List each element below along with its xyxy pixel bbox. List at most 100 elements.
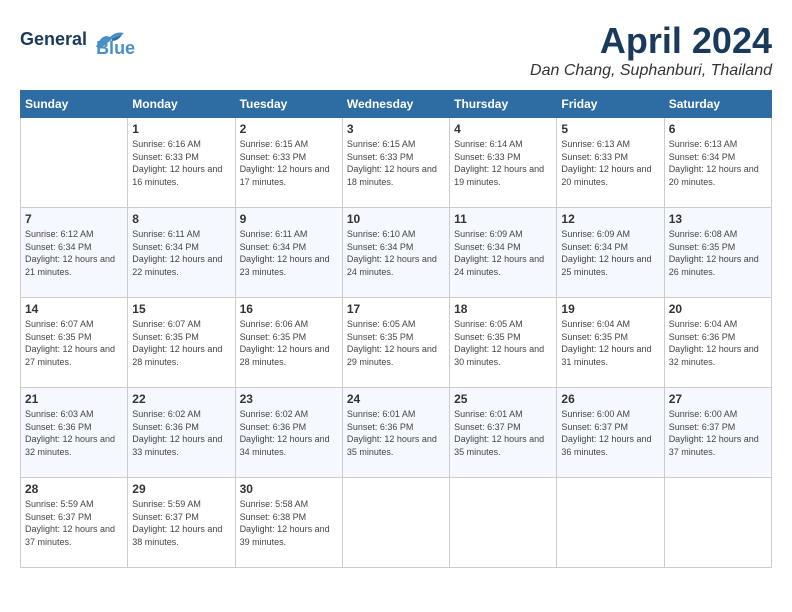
day-cell xyxy=(21,118,128,208)
day-cell: 13 Sunrise: 6:08 AM Sunset: 6:35 PM Dayl… xyxy=(664,208,771,298)
day-number: 24 xyxy=(347,392,445,406)
day-info: Sunrise: 6:02 AM Sunset: 6:36 PM Dayligh… xyxy=(240,408,338,458)
day-info: Sunrise: 6:03 AM Sunset: 6:36 PM Dayligh… xyxy=(25,408,123,458)
day-number: 30 xyxy=(240,482,338,496)
week-row-2: 7 Sunrise: 6:12 AM Sunset: 6:34 PM Dayli… xyxy=(21,208,772,298)
day-number: 20 xyxy=(669,302,767,316)
day-number: 15 xyxy=(132,302,230,316)
day-number: 1 xyxy=(132,122,230,136)
day-cell: 15 Sunrise: 6:07 AM Sunset: 6:35 PM Dayl… xyxy=(128,298,235,388)
day-cell: 30 Sunrise: 5:58 AM Sunset: 6:38 PM Dayl… xyxy=(235,478,342,568)
day-number: 29 xyxy=(132,482,230,496)
day-number: 28 xyxy=(25,482,123,496)
calendar-body: 1 Sunrise: 6:16 AM Sunset: 6:33 PM Dayli… xyxy=(21,118,772,568)
weekday-header-wednesday: Wednesday xyxy=(342,91,449,118)
day-number: 2 xyxy=(240,122,338,136)
day-cell: 5 Sunrise: 6:13 AM Sunset: 6:33 PM Dayli… xyxy=(557,118,664,208)
day-cell: 21 Sunrise: 6:03 AM Sunset: 6:36 PM Dayl… xyxy=(21,388,128,478)
day-number: 7 xyxy=(25,212,123,226)
day-cell: 23 Sunrise: 6:02 AM Sunset: 6:36 PM Dayl… xyxy=(235,388,342,478)
day-cell xyxy=(450,478,557,568)
day-info: Sunrise: 6:09 AM Sunset: 6:34 PM Dayligh… xyxy=(561,228,659,278)
day-number: 6 xyxy=(669,122,767,136)
day-info: Sunrise: 6:05 AM Sunset: 6:35 PM Dayligh… xyxy=(347,318,445,368)
day-info: Sunrise: 6:14 AM Sunset: 6:33 PM Dayligh… xyxy=(454,138,552,188)
day-info: Sunrise: 6:08 AM Sunset: 6:35 PM Dayligh… xyxy=(669,228,767,278)
day-info: Sunrise: 5:59 AM Sunset: 6:37 PM Dayligh… xyxy=(25,498,123,548)
day-info: Sunrise: 6:04 AM Sunset: 6:35 PM Dayligh… xyxy=(561,318,659,368)
day-cell: 9 Sunrise: 6:11 AM Sunset: 6:34 PM Dayli… xyxy=(235,208,342,298)
day-info: Sunrise: 6:04 AM Sunset: 6:36 PM Dayligh… xyxy=(669,318,767,368)
day-cell: 11 Sunrise: 6:09 AM Sunset: 6:34 PM Dayl… xyxy=(450,208,557,298)
day-cell: 22 Sunrise: 6:02 AM Sunset: 6:36 PM Dayl… xyxy=(128,388,235,478)
day-number: 17 xyxy=(347,302,445,316)
day-cell: 18 Sunrise: 6:05 AM Sunset: 6:35 PM Dayl… xyxy=(450,298,557,388)
day-number: 5 xyxy=(561,122,659,136)
logo: General Blue xyxy=(20,20,135,59)
day-cell: 3 Sunrise: 6:15 AM Sunset: 6:33 PM Dayli… xyxy=(342,118,449,208)
day-number: 18 xyxy=(454,302,552,316)
day-number: 14 xyxy=(25,302,123,316)
day-cell xyxy=(342,478,449,568)
day-cell: 8 Sunrise: 6:11 AM Sunset: 6:34 PM Dayli… xyxy=(128,208,235,298)
day-info: Sunrise: 6:05 AM Sunset: 6:35 PM Dayligh… xyxy=(454,318,552,368)
weekday-header-sunday: Sunday xyxy=(21,91,128,118)
weekday-header-thursday: Thursday xyxy=(450,91,557,118)
weekday-header-friday: Friday xyxy=(557,91,664,118)
day-cell: 29 Sunrise: 5:59 AM Sunset: 6:37 PM Dayl… xyxy=(128,478,235,568)
day-number: 8 xyxy=(132,212,230,226)
day-cell: 10 Sunrise: 6:10 AM Sunset: 6:34 PM Dayl… xyxy=(342,208,449,298)
weekday-header-row: SundayMondayTuesdayWednesdayThursdayFrid… xyxy=(21,91,772,118)
day-info: Sunrise: 5:58 AM Sunset: 6:38 PM Dayligh… xyxy=(240,498,338,548)
day-cell: 20 Sunrise: 6:04 AM Sunset: 6:36 PM Dayl… xyxy=(664,298,771,388)
day-cell: 16 Sunrise: 6:06 AM Sunset: 6:35 PM Dayl… xyxy=(235,298,342,388)
day-info: Sunrise: 6:01 AM Sunset: 6:36 PM Dayligh… xyxy=(347,408,445,458)
day-cell: 28 Sunrise: 5:59 AM Sunset: 6:37 PM Dayl… xyxy=(21,478,128,568)
week-row-3: 14 Sunrise: 6:07 AM Sunset: 6:35 PM Dayl… xyxy=(21,298,772,388)
weekday-header-tuesday: Tuesday xyxy=(235,91,342,118)
day-number: 21 xyxy=(25,392,123,406)
week-row-4: 21 Sunrise: 6:03 AM Sunset: 6:36 PM Dayl… xyxy=(21,388,772,478)
day-info: Sunrise: 6:10 AM Sunset: 6:34 PM Dayligh… xyxy=(347,228,445,278)
day-info: Sunrise: 5:59 AM Sunset: 6:37 PM Dayligh… xyxy=(132,498,230,548)
day-info: Sunrise: 6:07 AM Sunset: 6:35 PM Dayligh… xyxy=(25,318,123,368)
day-cell: 17 Sunrise: 6:05 AM Sunset: 6:35 PM Dayl… xyxy=(342,298,449,388)
day-number: 25 xyxy=(454,392,552,406)
day-cell: 27 Sunrise: 6:00 AM Sunset: 6:37 PM Dayl… xyxy=(664,388,771,478)
day-info: Sunrise: 6:13 AM Sunset: 6:33 PM Dayligh… xyxy=(561,138,659,188)
weekday-header-saturday: Saturday xyxy=(664,91,771,118)
day-cell: 2 Sunrise: 6:15 AM Sunset: 6:33 PM Dayli… xyxy=(235,118,342,208)
day-cell: 7 Sunrise: 6:12 AM Sunset: 6:34 PM Dayli… xyxy=(21,208,128,298)
day-cell: 19 Sunrise: 6:04 AM Sunset: 6:35 PM Dayl… xyxy=(557,298,664,388)
day-number: 27 xyxy=(669,392,767,406)
day-info: Sunrise: 6:09 AM Sunset: 6:34 PM Dayligh… xyxy=(454,228,552,278)
day-info: Sunrise: 6:15 AM Sunset: 6:33 PM Dayligh… xyxy=(240,138,338,188)
day-number: 10 xyxy=(347,212,445,226)
day-cell: 14 Sunrise: 6:07 AM Sunset: 6:35 PM Dayl… xyxy=(21,298,128,388)
day-info: Sunrise: 6:00 AM Sunset: 6:37 PM Dayligh… xyxy=(561,408,659,458)
day-number: 3 xyxy=(347,122,445,136)
title-area: April 2024 Dan Chang, Suphanburi, Thaila… xyxy=(530,20,772,80)
weekday-header-monday: Monday xyxy=(128,91,235,118)
day-info: Sunrise: 6:02 AM Sunset: 6:36 PM Dayligh… xyxy=(132,408,230,458)
day-info: Sunrise: 6:12 AM Sunset: 6:34 PM Dayligh… xyxy=(25,228,123,278)
day-number: 4 xyxy=(454,122,552,136)
month-title: April 2024 xyxy=(530,20,772,62)
day-number: 23 xyxy=(240,392,338,406)
day-cell: 4 Sunrise: 6:14 AM Sunset: 6:33 PM Dayli… xyxy=(450,118,557,208)
day-info: Sunrise: 6:06 AM Sunset: 6:35 PM Dayligh… xyxy=(240,318,338,368)
day-number: 26 xyxy=(561,392,659,406)
calendar-table: SundayMondayTuesdayWednesdayThursdayFrid… xyxy=(20,90,772,568)
day-cell: 25 Sunrise: 6:01 AM Sunset: 6:37 PM Dayl… xyxy=(450,388,557,478)
day-info: Sunrise: 6:16 AM Sunset: 6:33 PM Dayligh… xyxy=(132,138,230,188)
week-row-5: 28 Sunrise: 5:59 AM Sunset: 6:37 PM Dayl… xyxy=(21,478,772,568)
day-info: Sunrise: 6:00 AM Sunset: 6:37 PM Dayligh… xyxy=(669,408,767,458)
day-info: Sunrise: 6:11 AM Sunset: 6:34 PM Dayligh… xyxy=(240,228,338,278)
day-cell xyxy=(557,478,664,568)
day-number: 9 xyxy=(240,212,338,226)
day-info: Sunrise: 6:01 AM Sunset: 6:37 PM Dayligh… xyxy=(454,408,552,458)
day-number: 12 xyxy=(561,212,659,226)
day-info: Sunrise: 6:07 AM Sunset: 6:35 PM Dayligh… xyxy=(132,318,230,368)
day-cell: 26 Sunrise: 6:00 AM Sunset: 6:37 PM Dayl… xyxy=(557,388,664,478)
day-cell: 1 Sunrise: 6:16 AM Sunset: 6:33 PM Dayli… xyxy=(128,118,235,208)
